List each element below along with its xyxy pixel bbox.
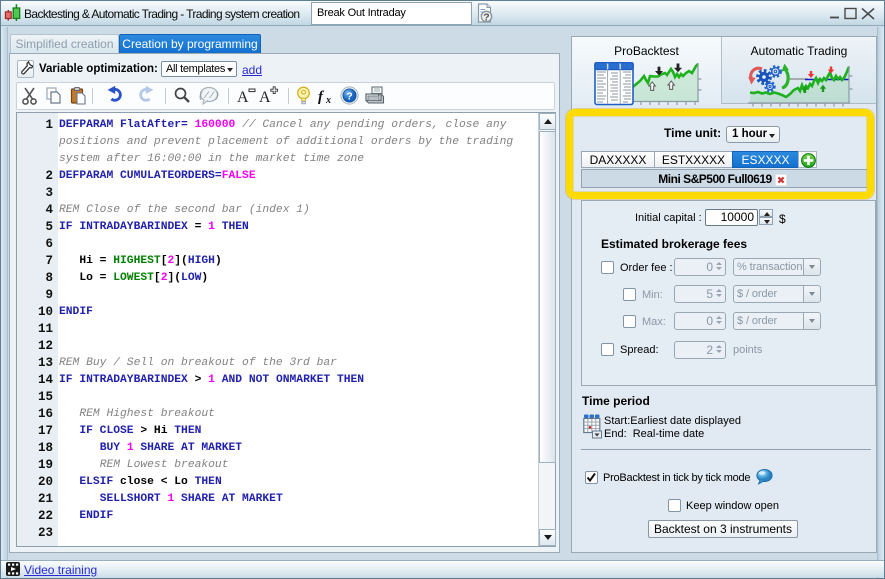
svg-text:x: x: [325, 95, 331, 106]
svg-text:?: ?: [483, 11, 489, 23]
svg-text:(//): (//): [198, 91, 220, 101]
svg-text:?: ?: [346, 90, 352, 102]
svg-text:A: A: [259, 89, 271, 106]
svg-text:f: f: [318, 89, 325, 105]
svg-text:A: A: [237, 89, 249, 106]
